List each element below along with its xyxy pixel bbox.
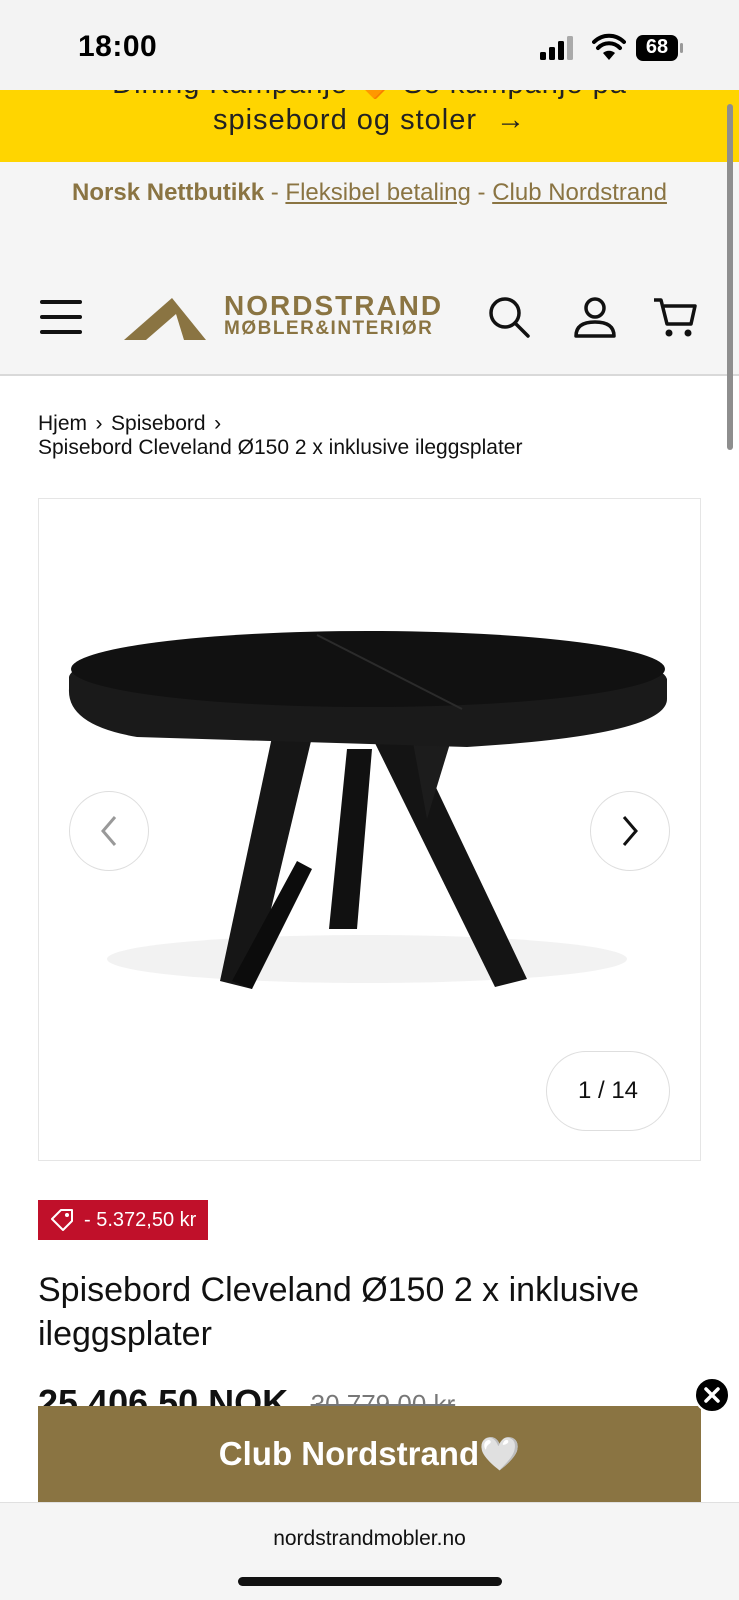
image-counter: 1 / 14 — [546, 1051, 670, 1131]
promo-line1: Dining Kampanje 🔶 Se kampanje på — [0, 90, 739, 101]
usp-separator: - — [470, 179, 493, 206]
breadcrumb-home[interactable]: Hjem — [38, 412, 87, 436]
browser-url-bar[interactable]: nordstrandmobler.no — [0, 1502, 739, 1600]
product-title: Spisebord Cleveland Ø150 2 x inklusive i… — [38, 1271, 640, 1353]
search-icon[interactable] — [486, 294, 532, 340]
product-image — [68, 631, 667, 989]
cart-icon[interactable] — [652, 294, 698, 340]
usp-bar: Norsk Nettbutikk - Fleksibel betaling - … — [0, 162, 739, 258]
flexible-payment-link[interactable]: Fleksibel betaling — [285, 179, 470, 206]
usp-store: Norsk Nettbutikk — [72, 179, 265, 206]
status-time: 18:00 — [78, 30, 158, 63]
discount-text: - 5.372,50 kr — [84, 1208, 197, 1231]
wifi-icon — [592, 33, 626, 60]
site-header: NORDSTRAND MØBLER&INTERIØR — [0, 258, 739, 376]
breadcrumb-category[interactable]: Spisebord — [111, 412, 206, 436]
scrollbar[interactable] — [727, 104, 733, 450]
battery-icon: 68 — [636, 35, 684, 61]
promo-line2: spisebord og stoler → — [0, 104, 739, 137]
chevron-right-icon: › — [214, 412, 222, 435]
usp-separator: - — [264, 179, 286, 206]
next-image-button[interactable] — [590, 791, 670, 871]
chevron-right-icon — [622, 816, 638, 846]
user-icon[interactable] — [572, 294, 618, 340]
club-nordstrand-popup[interactable]: Club Nordstrand🤍 — [38, 1406, 701, 1502]
promo-banner[interactable]: Dining Kampanje 🔶 Se kampanje på spisebo… — [0, 90, 739, 162]
chevron-left-icon — [101, 816, 117, 846]
promo-text: spisebord og stoler — [212, 104, 477, 136]
logo-mark-icon — [124, 298, 206, 340]
home-indicator[interactable] — [238, 1577, 502, 1586]
logo[interactable]: NORDSTRAND MØBLER&INTERIØR — [124, 290, 469, 340]
chevron-right-icon: › — [95, 412, 103, 435]
arrow-right-icon: → — [496, 104, 527, 136]
discount-badge: - 5.372,50 kr — [38, 1200, 209, 1240]
club-nordstrand-link[interactable]: Club Nordstrand — [492, 179, 667, 206]
breadcrumb-current: Spisebord Cleveland Ø150 2 x inklusive i… — [38, 436, 523, 459]
product-gallery[interactable]: 1 / 14 — [38, 498, 701, 1161]
cellular-signal-icon — [540, 36, 573, 60]
breadcrumb: Hjem › Spisebord › Spisebord Cleveland Ø… — [38, 412, 522, 460]
close-icon — [704, 1387, 720, 1403]
prev-image-button[interactable] — [69, 791, 149, 871]
menu-icon[interactable] — [40, 300, 82, 334]
status-bar: 18:00 68 — [0, 0, 739, 90]
close-popup-button[interactable] — [694, 1377, 730, 1413]
battery-level: 68 — [645, 36, 669, 58]
tag-icon — [51, 1209, 73, 1231]
url-text[interactable]: nordstrandmobler.no — [0, 1527, 739, 1551]
logo-subtext: MØBLER&INTERIØR — [224, 318, 434, 339]
